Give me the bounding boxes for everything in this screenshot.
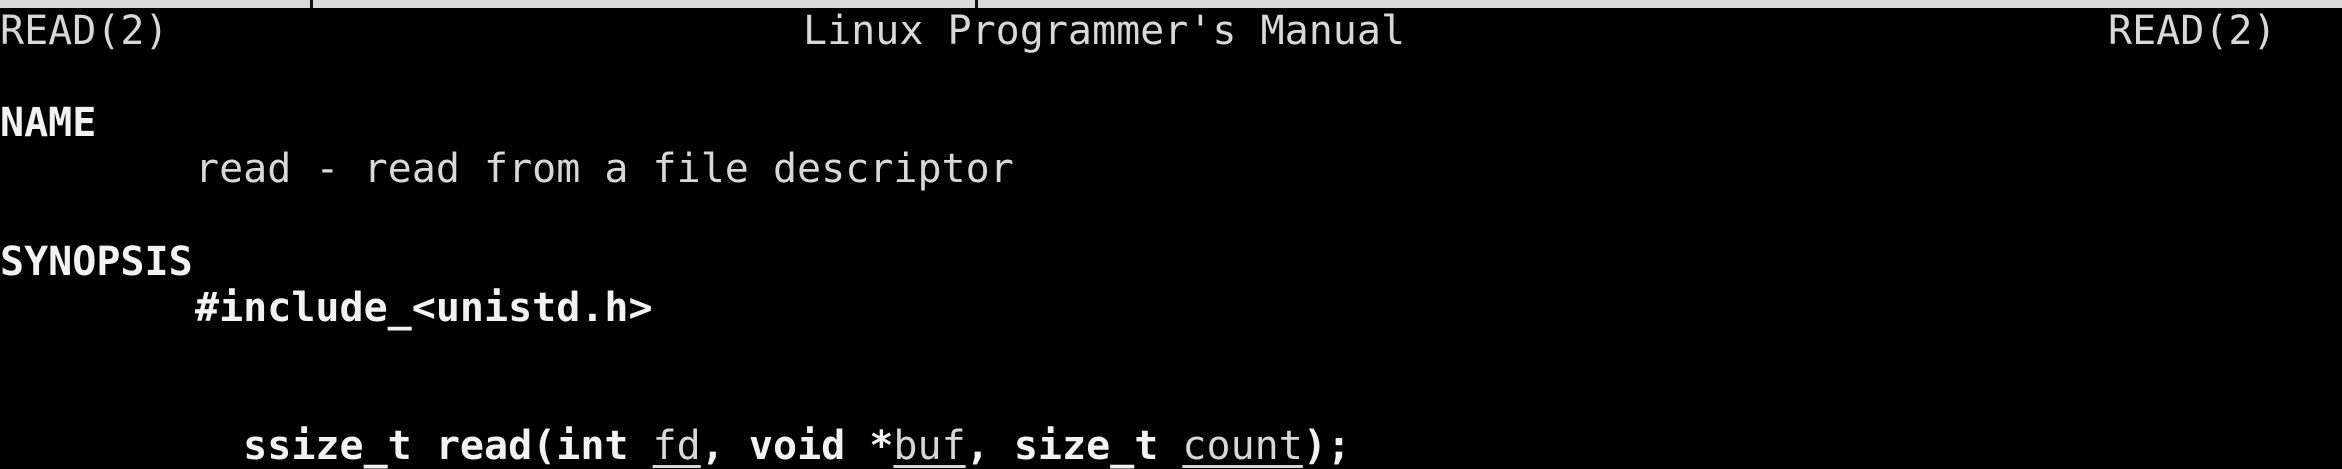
prototype-separator-1: , void * (700, 423, 894, 469)
top-strip-segment-middle (313, 0, 975, 8)
name-section-heading: NAME (0, 100, 97, 146)
name-section-text: read - read from a file descriptor (195, 146, 1014, 192)
man-header-title: Linux Programmer's Manual (803, 8, 1406, 54)
synopsis-include-line: #include_<unistd.h> (195, 285, 653, 331)
man-header-right: READ(2) (2108, 8, 2277, 54)
prototype-arg-buf: buf (893, 423, 966, 469)
man-header-left: READ(2) (0, 8, 169, 54)
top-strip-segment-left (0, 0, 310, 8)
prototype-prefix: ssize_t read(int (243, 423, 653, 469)
prototype-suffix: ); (1302, 423, 1351, 469)
synopsis-section-heading: SYNOPSIS (0, 239, 193, 285)
terminal-top-strip (0, 0, 2342, 8)
prototype-arg-fd: fd (652, 423, 701, 469)
top-strip-segment-right (978, 0, 2342, 8)
prototype-separator-2: , size_t (965, 423, 1183, 469)
synopsis-prototype-line: ssize_t read(int fd, void *buf, size_t c… (195, 377, 1351, 469)
prototype-arg-count: count (1182, 423, 1303, 469)
